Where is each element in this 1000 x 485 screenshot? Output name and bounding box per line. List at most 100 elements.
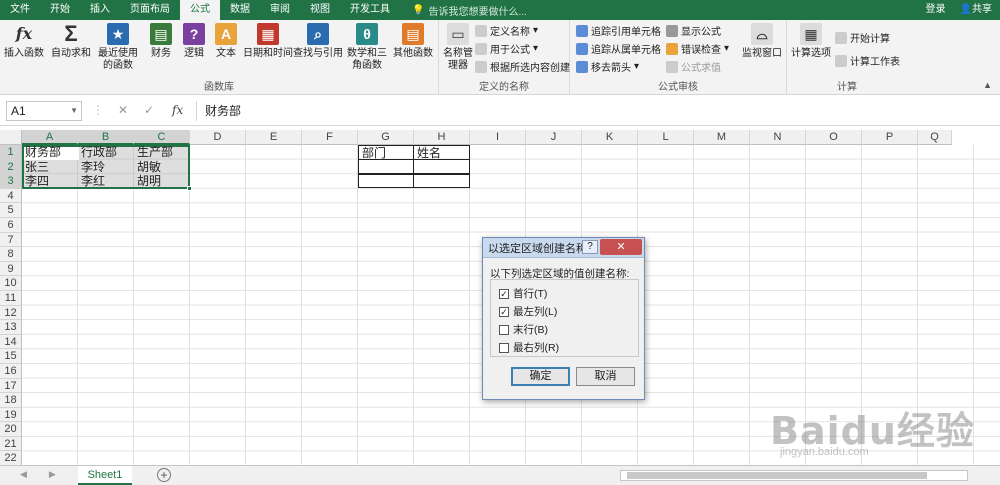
tab-developer[interactable]: 开发工具 xyxy=(340,0,400,20)
column-header[interactable]: M xyxy=(694,130,750,145)
login-link[interactable]: 登录 xyxy=(926,0,946,20)
formula-input[interactable]: 财务部 xyxy=(196,101,992,121)
table-cell[interactable] xyxy=(413,173,470,189)
trace-dependents-button[interactable]: 追踪从属单元格 xyxy=(576,41,661,56)
select-all-corner[interactable] xyxy=(0,130,22,145)
left-column-option[interactable]: ✓ 最左列(L) xyxy=(499,304,557,319)
column-header[interactable]: O xyxy=(806,130,862,145)
table-cell[interactable]: 胡敏 xyxy=(134,160,161,175)
column-header[interactable]: G xyxy=(358,130,414,145)
error-checking-button[interactable]: 错误检查 ▾ xyxy=(666,41,729,56)
date-time-button[interactable]: ▦ 日期和时间 xyxy=(243,23,293,60)
tab-file[interactable]: 文件 xyxy=(0,0,40,20)
column-header[interactable]: H xyxy=(414,130,470,145)
calculate-now-button[interactable]: 开始计算 xyxy=(835,30,890,45)
column-header[interactable]: D xyxy=(190,130,246,145)
logical-button[interactable]: ? 逻辑 xyxy=(180,23,208,60)
math-trig-button[interactable]: θ 数学和三角函数 xyxy=(343,23,391,72)
table-cell[interactable]: 张三 xyxy=(22,160,49,175)
tab-view[interactable]: 视图 xyxy=(300,0,340,20)
scrollbar-thumb[interactable] xyxy=(627,472,927,479)
row-header[interactable]: 3 xyxy=(0,174,22,189)
table-cell[interactable]: 李四 xyxy=(22,174,49,189)
top-row-option[interactable]: ✓ 首行(T) xyxy=(499,286,547,301)
row-header[interactable]: 14 xyxy=(0,334,22,350)
autosum-button[interactable]: Σ 自动求和 xyxy=(50,23,92,60)
tab-page-layout[interactable]: 页面布局 xyxy=(120,0,180,20)
define-name-button[interactable]: 定义名称 ▾ xyxy=(475,23,538,38)
row-header[interactable]: 12 xyxy=(0,305,22,321)
column-header[interactable]: I xyxy=(470,130,526,145)
fill-handle[interactable] xyxy=(187,186,192,191)
close-button[interactable]: ✕ xyxy=(600,239,642,255)
lookup-reference-button[interactable]: ⌕ 查找与引用 xyxy=(293,23,343,60)
bottom-row-checkbox[interactable] xyxy=(499,324,509,335)
sheet-tab[interactable]: Sheet1 xyxy=(78,466,132,485)
row-header[interactable]: 5 xyxy=(0,203,22,218)
top-row-checkbox[interactable]: ✓ xyxy=(499,288,509,299)
next-sheet-icon[interactable]: ▶ xyxy=(49,469,56,480)
column-header[interactable]: P xyxy=(862,130,918,145)
tab-home[interactable]: 开始 xyxy=(40,0,80,20)
horizontal-scrollbar[interactable] xyxy=(620,470,968,481)
row-header[interactable]: 6 xyxy=(0,217,22,233)
enter-icon[interactable]: ✓ xyxy=(144,103,154,117)
prev-sheet-icon[interactable]: ◀ xyxy=(20,469,27,480)
row-header[interactable]: 7 xyxy=(0,232,22,248)
help-button[interactable]: ? xyxy=(582,240,598,254)
table-cell[interactable] xyxy=(358,159,414,174)
column-header[interactable]: F xyxy=(302,130,358,145)
column-header[interactable]: B xyxy=(78,130,134,145)
column-header[interactable]: E xyxy=(246,130,302,145)
watch-window-button[interactable]: ⌓ 监视窗口 xyxy=(740,23,784,60)
row-header[interactable]: 15 xyxy=(0,349,22,364)
table-cell[interactable]: 李玲 xyxy=(78,160,105,175)
text-button[interactable]: A 文本 xyxy=(212,23,240,60)
tab-formulas[interactable]: 公式 xyxy=(180,0,220,20)
table-cell[interactable]: 生产部 xyxy=(134,145,173,160)
name-box[interactable]: A1 ▼ xyxy=(6,101,82,121)
row-header[interactable]: 19 xyxy=(0,407,22,423)
name-manager-button[interactable]: ▭ 名称管理器 xyxy=(441,23,475,72)
chevron-down-icon[interactable]: ▼ xyxy=(70,102,78,120)
column-header[interactable]: Q xyxy=(918,130,952,145)
more-functions-button[interactable]: ▤ 其他函数 xyxy=(391,23,435,60)
table-cell[interactable] xyxy=(413,159,470,174)
row-header[interactable]: 22 xyxy=(0,451,22,465)
right-column-checkbox[interactable] xyxy=(499,342,509,353)
financial-button[interactable]: ▤ 财务 xyxy=(146,23,176,60)
row-header[interactable]: 17 xyxy=(0,378,22,394)
cancel-icon[interactable]: ✕ xyxy=(118,103,128,117)
row-header[interactable]: 20 xyxy=(0,422,22,437)
create-from-selection-button[interactable]: 根据所选内容创建 xyxy=(475,59,570,74)
row-header[interactable]: 16 xyxy=(0,363,22,379)
row-header[interactable]: 2 xyxy=(0,159,22,175)
tell-me-box[interactable]: 💡 告诉我您想要做什么... xyxy=(412,3,527,18)
fx-icon[interactable]: fx xyxy=(172,103,183,117)
table-cell[interactable]: 行政部 xyxy=(78,145,117,160)
recently-used-button[interactable]: ★ 最近使用的函数 xyxy=(94,23,142,72)
row-header[interactable]: 11 xyxy=(0,290,22,306)
insert-function-button[interactable]: fx 插入函数 xyxy=(3,23,45,60)
row-header[interactable]: 9 xyxy=(0,261,22,277)
column-header[interactable]: C xyxy=(134,130,190,145)
column-header[interactable]: A xyxy=(22,130,78,145)
bottom-row-option[interactable]: 末行(B) xyxy=(499,322,548,337)
tab-review[interactable]: 审阅 xyxy=(260,0,300,20)
tab-data[interactable]: 数据 xyxy=(220,0,260,20)
show-formulas-button[interactable]: 显示公式 xyxy=(666,23,721,38)
collapse-ribbon-icon[interactable]: ▲ xyxy=(983,80,992,90)
share-button[interactable]: 👤共享 xyxy=(960,0,992,20)
table-cell[interactable]: 姓名 xyxy=(413,145,470,160)
table-cell[interactable]: 部门 xyxy=(358,145,414,160)
right-column-option[interactable]: 最右列(R) xyxy=(499,340,559,355)
table-cell[interactable]: 财务部 xyxy=(22,145,61,160)
column-header[interactable]: K xyxy=(582,130,638,145)
table-cell[interactable] xyxy=(358,173,414,189)
row-header[interactable]: 13 xyxy=(0,320,22,335)
row-header[interactable]: 4 xyxy=(0,188,22,204)
calculation-options-button[interactable]: ▦ 计算选项 xyxy=(789,23,833,60)
row-header[interactable]: 21 xyxy=(0,436,22,452)
left-column-checkbox[interactable]: ✓ xyxy=(499,306,509,317)
column-header[interactable]: J xyxy=(526,130,582,145)
